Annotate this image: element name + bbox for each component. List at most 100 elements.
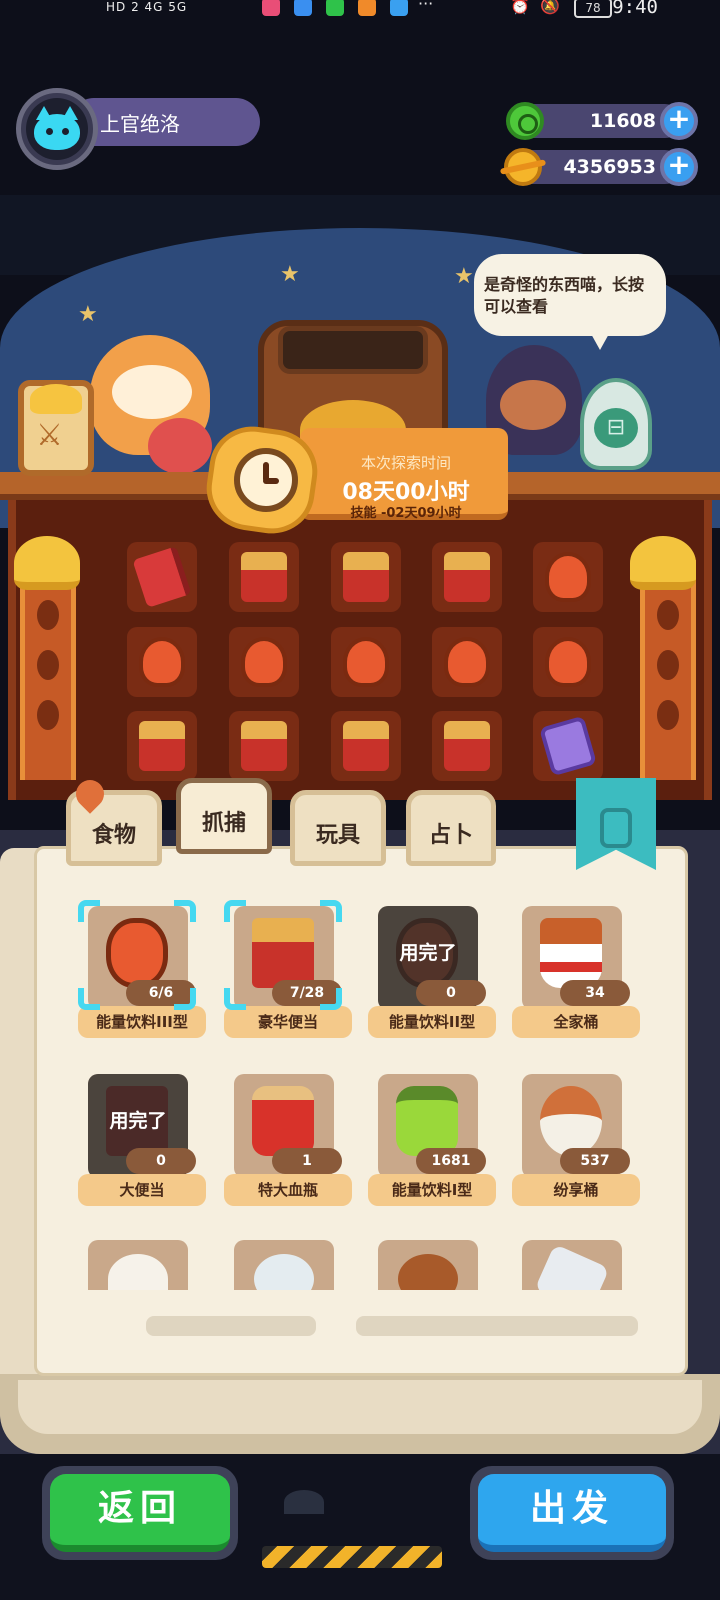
chat-notification-icon	[326, 0, 344, 16]
carried-item-slot[interactable]	[127, 711, 197, 781]
item-count: 537	[560, 1148, 630, 1174]
carried-item-slot[interactable]	[331, 542, 401, 612]
item-card[interactable]: 1681 能量饮料I型	[368, 1074, 496, 1208]
carried-item-slot[interactable]	[331, 627, 401, 697]
bottle-bookmark-icon	[600, 808, 632, 848]
selection-corner	[320, 900, 342, 922]
item-card[interactable]: 1 特大血瓶	[224, 1074, 352, 1208]
tab-label: 玩具	[315, 823, 360, 848]
add-green-coin-button[interactable]: +	[660, 102, 698, 140]
green-coin-icon	[506, 102, 544, 140]
yarn-ball-icon	[148, 418, 212, 474]
jar-icon	[254, 1254, 314, 1290]
fish-icon	[37, 700, 59, 730]
carried-item-slot[interactable]	[229, 627, 299, 697]
item-card[interactable]: 34 全家桶	[512, 906, 640, 1040]
gold-coin-value: 4356953	[563, 156, 656, 178]
drink-icon	[343, 637, 389, 687]
tab-2[interactable]: 玩具	[290, 790, 386, 866]
item-card-partial[interactable]	[378, 1240, 478, 1290]
item-card[interactable]: 用完了 0 能量饮料II型	[368, 906, 496, 1040]
fish-icon	[657, 700, 679, 730]
green-coin-value: 11608	[589, 110, 656, 132]
item-card-partial[interactable]	[234, 1240, 334, 1290]
app-notification-icon	[294, 0, 312, 16]
bento-icon	[343, 552, 389, 602]
network-indicators: HD 2 4G 5G	[106, 0, 188, 14]
bucket-icon	[540, 918, 602, 988]
selection-corner	[78, 988, 100, 1010]
carried-item-slot[interactable]	[432, 542, 502, 612]
bento-icon	[343, 721, 389, 771]
app-notification-icon	[390, 0, 408, 16]
fish-icon	[657, 650, 679, 680]
book-icon	[132, 546, 192, 608]
item-card[interactable]: 6/6 能量饮料III型	[78, 900, 206, 1040]
back-button-label[interactable]: 返回	[50, 1474, 230, 1552]
app-notification-icon	[358, 0, 376, 16]
selection-corner	[224, 900, 246, 922]
obscured-description	[146, 1316, 316, 1336]
clock: 9:40	[612, 0, 658, 18]
orange-cat-face	[112, 365, 192, 419]
bento-icon	[444, 721, 490, 771]
carried-item-slot[interactable]	[127, 542, 197, 612]
bento-icon	[252, 918, 314, 988]
item-name: 纷享桶	[512, 1174, 640, 1206]
item-count: 1681	[416, 1148, 486, 1174]
item-name: 能量饮料I型	[368, 1174, 496, 1206]
drink-icon	[545, 552, 591, 602]
item-card-partial[interactable]	[522, 1240, 622, 1290]
selection-corner	[320, 988, 342, 1010]
book-page-stack	[18, 1380, 702, 1434]
peeking-cat-icon	[284, 1490, 324, 1514]
carried-item-slot[interactable]	[533, 627, 603, 697]
clock-hand	[263, 478, 279, 484]
status-bar: HD 2 4G 5G ··· ⏰ 🔕 78 9:40	[0, 0, 720, 22]
item-card[interactable]: 537 纷享桶	[512, 1074, 640, 1208]
add-gold-coin-button[interactable]: +	[660, 148, 698, 186]
item-card[interactable]: 用完了 0 大便当	[78, 1074, 206, 1208]
item-name: 能量饮料III型	[78, 1006, 206, 1038]
fish-icon	[37, 650, 59, 680]
bottle-red-icon	[252, 1086, 314, 1156]
tab-3[interactable]: 占卜	[406, 790, 496, 866]
drink-icon	[444, 637, 490, 687]
carried-item-slot[interactable]	[533, 711, 603, 781]
tab-label: 抓捕	[201, 811, 246, 836]
depart-button-label[interactable]: 出发	[478, 1474, 666, 1552]
hazard-stripe	[262, 1546, 442, 1568]
carried-item-slot[interactable]	[229, 542, 299, 612]
carried-item-slot[interactable]	[229, 711, 299, 781]
carried-item-slot[interactable]	[432, 711, 502, 781]
item-card-partial[interactable]	[88, 1240, 188, 1290]
carried-item-slot[interactable]	[432, 627, 502, 697]
bottle-green-icon	[396, 1086, 458, 1156]
bento-icon	[444, 552, 490, 602]
back-button[interactable]: 返回	[42, 1466, 238, 1560]
skill-time-reduction: 技能 -02天09小时	[350, 506, 462, 521]
used-up-label: 用完了	[109, 1110, 167, 1132]
selection-corner	[224, 988, 246, 1010]
left-bell-icon	[14, 536, 80, 590]
selection-corner	[174, 900, 196, 922]
hint-speech-bubble: 是奇怪的东西喵，长按可以查看	[474, 254, 666, 336]
tab-1[interactable]: 抓捕	[176, 778, 272, 854]
avatar[interactable]	[26, 98, 88, 160]
sword-icon: ⚔	[36, 418, 63, 453]
drink-icon	[241, 637, 287, 687]
depart-button[interactable]: 出发	[470, 1466, 674, 1560]
carried-item-slot[interactable]	[533, 542, 603, 612]
tube-icon	[534, 1243, 610, 1290]
carried-item-slot[interactable]	[127, 627, 197, 697]
carried-item-slot[interactable]	[331, 711, 401, 781]
card-icon	[539, 715, 597, 777]
fish-icon	[657, 600, 679, 630]
fan-icon	[540, 1086, 602, 1156]
alarm-icon: ⏰	[510, 0, 530, 15]
more-notifications-icon: ···	[418, 0, 434, 13]
item-count: 34	[560, 980, 630, 1006]
bento-icon	[241, 721, 287, 771]
item-card[interactable]: 7/28 豪华便当	[224, 900, 352, 1040]
obscured-description	[356, 1316, 638, 1336]
